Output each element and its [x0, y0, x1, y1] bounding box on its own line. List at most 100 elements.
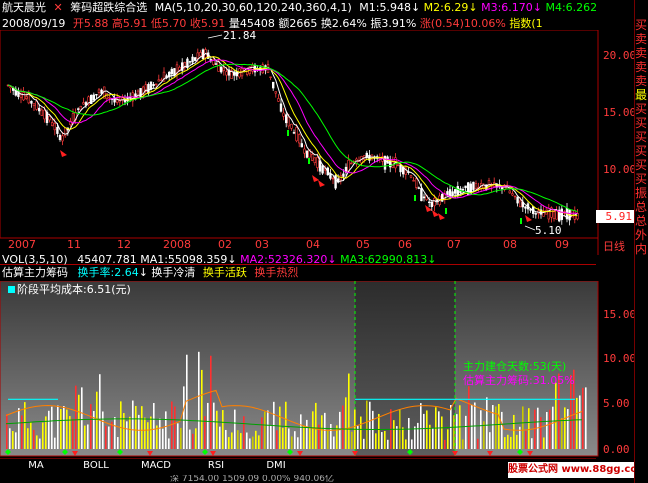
- volume-bar: [165, 411, 167, 449]
- signal-bar: [520, 218, 522, 224]
- volume-bar: [87, 424, 89, 449]
- volume-bar: [321, 415, 323, 449]
- candle-body: [157, 79, 160, 82]
- volume-bar: [207, 402, 209, 449]
- period-label[interactable]: 日线: [603, 240, 625, 253]
- close-icon[interactable]: ✕: [54, 1, 63, 14]
- side-label: 内: [635, 242, 648, 256]
- volume-bar: [309, 428, 311, 449]
- volume-bar: [285, 401, 287, 449]
- volume-bar: [330, 423, 332, 449]
- volume-bar: [78, 394, 80, 449]
- candle-body: [35, 101, 38, 110]
- x-label: 06: [398, 238, 412, 251]
- vol-value: 45407.781: [77, 253, 137, 266]
- candle-body: [383, 155, 387, 170]
- candle-body: [30, 100, 33, 104]
- volume-bar: [348, 373, 350, 449]
- volume-bar: [414, 426, 416, 449]
- avg-cost-value: 阶段平均成本:6.51(元): [17, 283, 131, 296]
- volume-bar: [129, 416, 131, 449]
- volume-bar: [486, 397, 488, 449]
- candle-body: [453, 189, 457, 194]
- volume-bar: [138, 414, 140, 449]
- volume-bar: [300, 414, 302, 449]
- volume-bar: [6, 414, 8, 449]
- lower-y-label: 10.00: [603, 352, 637, 365]
- vol-ma2: MA2:52326.320: [240, 253, 328, 266]
- volume-bar: [342, 405, 344, 449]
- volume-bar: [561, 418, 563, 449]
- candle-body: [430, 201, 433, 207]
- side-label: 买: [635, 102, 648, 116]
- buy-signal-icon: [432, 210, 439, 217]
- signal-bar: [445, 208, 447, 214]
- candle-body: [435, 199, 439, 201]
- tab-macd[interactable]: MACD: [135, 459, 177, 473]
- side-label: 卖: [635, 60, 648, 74]
- volume-bar: [108, 426, 110, 449]
- volume-bar: [288, 428, 290, 449]
- tab-dmi[interactable]: DMI: [255, 459, 297, 473]
- volume-bar: [27, 428, 29, 449]
- volume-bar: [180, 427, 182, 449]
- tab-rsi[interactable]: RSI: [195, 459, 237, 473]
- x-label: 04: [306, 238, 320, 251]
- build-days-label: 主力建仓天数:53(天): [463, 360, 567, 373]
- volume-bar: [423, 413, 425, 449]
- volume-bar: [297, 437, 299, 449]
- volume-bar: [495, 406, 497, 449]
- tab-boll[interactable]: BOLL: [75, 459, 117, 473]
- candlestick-chart[interactable]: [0, 30, 634, 255]
- lower-y-label: 5.00: [603, 397, 630, 410]
- volume-bar: [72, 418, 74, 449]
- m2-value: M2:6.29: [423, 1, 469, 14]
- tab-ma[interactable]: MA: [15, 459, 57, 473]
- watermark: 股票公式网 www.88gg.com: [508, 462, 636, 478]
- volume-bar: [405, 439, 407, 449]
- candle-body: [196, 52, 199, 59]
- candle-body: [365, 152, 368, 158]
- volume-bar: [543, 437, 545, 449]
- volume-bar: [105, 425, 107, 449]
- volume-bar: [363, 438, 365, 449]
- volume-bar: [402, 427, 404, 449]
- volume-bar: [114, 417, 116, 449]
- down-arrow-icon: ↓: [138, 266, 148, 279]
- volume-bar: [468, 386, 470, 449]
- volume-bar: [159, 418, 161, 449]
- volume-bar: [270, 425, 272, 449]
- volume-bar: [90, 404, 92, 449]
- volume-bar: [420, 403, 422, 449]
- candle-body: [524, 206, 527, 209]
- candle-body: [518, 200, 522, 208]
- candle-body: [188, 61, 192, 63]
- cold-label: 换手冷清: [151, 266, 196, 279]
- info-amplitude: 振3.91%: [370, 17, 417, 30]
- high-marker: 21.84: [223, 29, 257, 42]
- candle-body: [191, 56, 194, 63]
- candle-body: [427, 201, 431, 204]
- x-label: 2008: [163, 238, 191, 251]
- candle-body: [422, 196, 426, 199]
- volume-bar: [417, 422, 419, 449]
- volume-bar: [522, 406, 524, 449]
- volume-bar: [231, 432, 233, 449]
- candle-body: [461, 188, 465, 191]
- candle-body: [282, 112, 285, 117]
- hot-label: 换手热烈: [254, 266, 299, 279]
- volume-bar: [162, 428, 164, 449]
- volume-bar: [549, 409, 551, 449]
- candle-body: [420, 187, 423, 202]
- candle-body: [342, 173, 345, 177]
- x-label: 11: [67, 238, 81, 251]
- candle-body: [464, 185, 467, 189]
- candle-body: [129, 97, 132, 99]
- candle-body: [396, 164, 400, 167]
- candle-body: [547, 207, 551, 220]
- volume-bar: [12, 431, 14, 449]
- volume-bar: [54, 437, 56, 449]
- chip-title: 估算主力筹码: [2, 266, 68, 279]
- volume-bar: [444, 439, 446, 449]
- candle-body: [50, 122, 54, 126]
